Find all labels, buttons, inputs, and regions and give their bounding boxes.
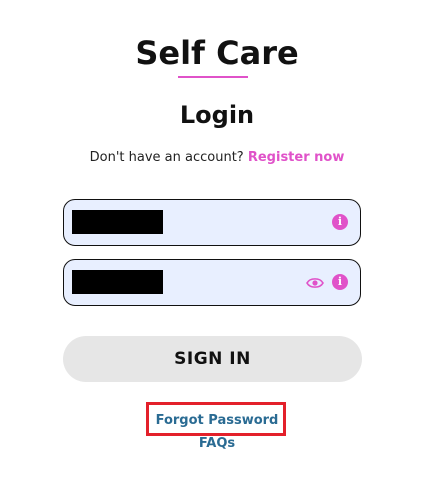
register-prompt-text: Don't have an account? [89, 150, 244, 165]
login-heading: Login [179, 101, 255, 129]
info-icon[interactable]: i [332, 214, 348, 230]
password-input[interactable] [72, 268, 296, 300]
title-underline [178, 76, 248, 78]
sign-in-button[interactable]: SIGN IN [63, 336, 362, 382]
register-prompt-line: Don't have an account? Register now [0, 149, 434, 167]
register-now-link[interactable]: Register now [248, 150, 345, 165]
forgot-password-link[interactable]: Forgot Password [0, 412, 434, 430]
password-field[interactable]: i [63, 259, 361, 306]
app-title: Self Care [135, 34, 299, 72]
eye-icon[interactable] [306, 276, 324, 290]
login-page: Self Care Login Don't have an account? R… [0, 0, 434, 499]
username-field[interactable]: i [63, 199, 361, 246]
username-input[interactable] [72, 208, 296, 240]
faqs-link[interactable]: FAQs [0, 435, 434, 453]
info-icon[interactable]: i [332, 274, 348, 290]
